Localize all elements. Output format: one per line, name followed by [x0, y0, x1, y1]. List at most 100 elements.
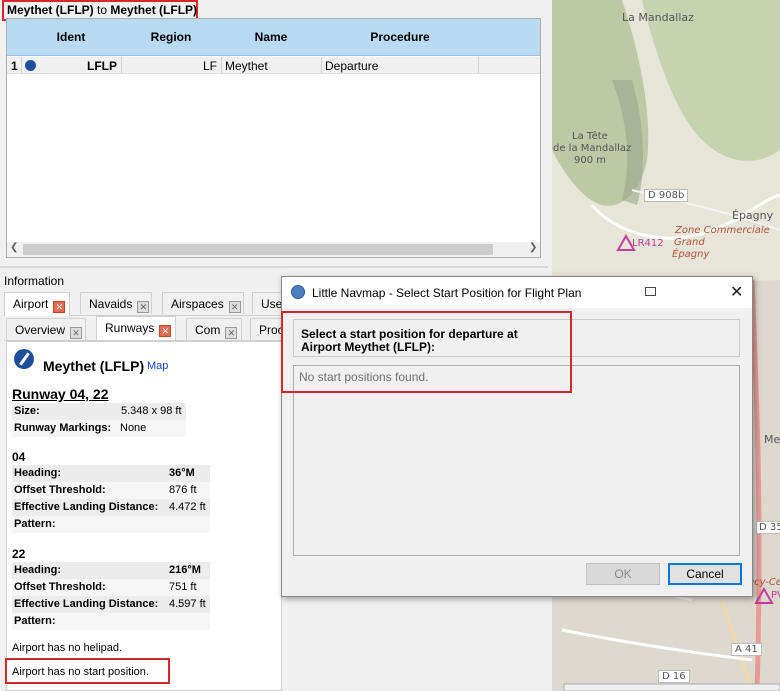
column-header-name[interactable]: Name	[243, 30, 299, 44]
runway-end-title: 22	[12, 547, 26, 561]
map-label: Zone Commerciale	[675, 225, 770, 236]
tab-com[interactable]: Com ✕	[186, 318, 242, 340]
map-label: 900 m	[574, 155, 607, 166]
departure-name: Meythet (LFLP)	[7, 3, 94, 17]
offset-value: 751 ft	[169, 581, 197, 593]
cancel-button[interactable]: Cancel	[668, 563, 742, 585]
map-label: La Tête	[572, 131, 608, 142]
heading-label: Heading:	[14, 564, 62, 576]
tab-label: Com	[195, 323, 221, 337]
close-icon[interactable]: ✕	[228, 301, 241, 313]
start-positions-list[interactable]: No start positions found.	[293, 365, 740, 556]
map-road-label: D 908b	[644, 189, 689, 202]
markings-value: None	[120, 422, 147, 434]
dialog-title-bar[interactable]: Little Navmap - Select Start Position fo…	[282, 277, 752, 308]
offset-row: Offset Threshold: 876 ft	[12, 482, 210, 499]
offset-label: Offset Threshold:	[14, 581, 106, 593]
pattern-label: Pattern:	[14, 615, 56, 627]
map-label: La Mandallaz	[622, 11, 694, 24]
info-main-tabs: Airport ✕ Navaids ✕ Airspaces ✕ User	[4, 292, 286, 316]
heading-row: Heading: 36°M	[12, 465, 210, 482]
information-dock-title: Information	[4, 274, 65, 288]
cell-ident: LFLP	[87, 59, 117, 73]
scroll-right-icon[interactable]: ❯	[529, 242, 537, 253]
size-label: Size:	[14, 405, 40, 417]
map-road-label: A 41	[731, 643, 762, 656]
tab-label: Runways	[105, 321, 155, 335]
runway-info-content: Meythet (LFLP) Map Runway 04, 22 Size: 5…	[6, 341, 282, 691]
close-icon[interactable]: ✕	[53, 301, 66, 313]
column-header-region[interactable]: Region	[141, 30, 201, 44]
size-row: Size: 5.348 x 98 ft	[12, 403, 186, 420]
no-start-position-text: Airport has no start position.	[5, 658, 170, 684]
tab-airspaces[interactable]: Airspaces ✕	[162, 292, 244, 314]
tab-label: Airport	[13, 297, 49, 311]
map-road-label: D 16	[658, 670, 690, 683]
tab-runways[interactable]: Runways ✕	[96, 316, 176, 340]
close-icon[interactable]: ✕	[159, 325, 172, 337]
column-header-ident[interactable]: Ident	[47, 30, 95, 44]
close-icon[interactable]: ✕	[730, 282, 743, 302]
destination-name: Meythet (LFLP)	[110, 3, 198, 17]
tab-label: Proc	[259, 323, 284, 337]
map-navaid-label: LR412	[632, 238, 664, 249]
tab-label: Navaids	[89, 297, 133, 311]
airport-icon	[14, 349, 34, 369]
heading-value: 36°M	[169, 467, 195, 479]
heading-label: Heading:	[14, 467, 62, 479]
scroll-left-icon[interactable]: ❮	[10, 242, 18, 253]
map-link[interactable]: Map	[147, 360, 168, 372]
runway-end-title: 04	[12, 450, 26, 464]
map-label: Me	[764, 433, 780, 446]
tab-procedures[interactable]: Proc	[250, 318, 284, 340]
airport-title: Meythet (LFLP)	[43, 358, 145, 374]
markings-label: Runway Markings:	[14, 422, 112, 434]
tab-overview[interactable]: Overview ✕	[6, 318, 86, 340]
tab-airport[interactable]: Airport ✕	[4, 292, 70, 316]
horizontal-scrollbar[interactable]: ❮ ❯	[7, 242, 540, 257]
heading-row: Heading: 216°M	[12, 562, 210, 579]
landing-distance-row: Effective Landing Distance: 4.472 ft	[12, 499, 210, 516]
map-label: Épagny	[672, 249, 710, 260]
scrollbar-thumb[interactable]	[23, 244, 493, 255]
heading-value: 216°M	[169, 564, 201, 576]
row-number: 1	[11, 59, 18, 73]
dialog-title: Little Navmap - Select Start Position fo…	[312, 286, 582, 300]
airport-icon	[25, 60, 36, 71]
landing-distance-value: 4.597 ft	[169, 598, 206, 610]
help-context-icon[interactable]	[645, 287, 656, 296]
column-header-procedure[interactable]: Procedure	[357, 30, 443, 44]
close-icon[interactable]: ✕	[137, 301, 150, 313]
flight-plan-table[interactable]: Ident Region Name Procedure 1 LFLP LF Me…	[6, 18, 541, 258]
map-road-label: D 35	[756, 521, 780, 534]
size-value: 5.348 x 98 ft	[121, 405, 182, 417]
tab-navaids[interactable]: Navaids ✕	[80, 292, 152, 314]
tab-user[interactable]: User	[252, 292, 286, 314]
markings-row: Runway Markings: None	[12, 420, 186, 437]
table-row[interactable]: 1 LFLP LF Meythet Departure	[7, 57, 540, 74]
info-sub-tabs: Overview ✕ Runways ✕ Com ✕ Proc	[4, 316, 284, 341]
landing-distance-label: Effective Landing Distance:	[14, 598, 159, 610]
no-helipad-text: Airport has no helipad.	[12, 642, 123, 654]
globe-icon	[291, 285, 305, 299]
cell-region: LF	[202, 59, 217, 73]
close-icon[interactable]: ✕	[70, 327, 83, 339]
offset-label: Offset Threshold:	[14, 484, 106, 496]
highlight-annotation	[281, 311, 572, 393]
pattern-row: Pattern:	[12, 516, 210, 533]
pattern-label: Pattern:	[14, 518, 56, 530]
splitter[interactable]	[0, 266, 548, 268]
runway-title: Runway 04, 22	[12, 386, 109, 402]
close-icon[interactable]: ✕	[225, 327, 238, 339]
map-label: Grand	[674, 237, 705, 248]
cell-name: Meythet	[225, 59, 268, 73]
tab-label: Airspaces	[171, 297, 224, 311]
ok-button[interactable]: OK	[586, 563, 660, 585]
map-label: de la Mandallaz	[553, 143, 632, 154]
offset-value: 876 ft	[169, 484, 197, 496]
cell-procedure: Departure	[325, 59, 379, 73]
tab-label: Overview	[15, 323, 66, 337]
map-navaid-label: PVP	[771, 590, 780, 601]
map-label: Épagny	[732, 209, 774, 222]
title-separator: to	[97, 3, 108, 17]
